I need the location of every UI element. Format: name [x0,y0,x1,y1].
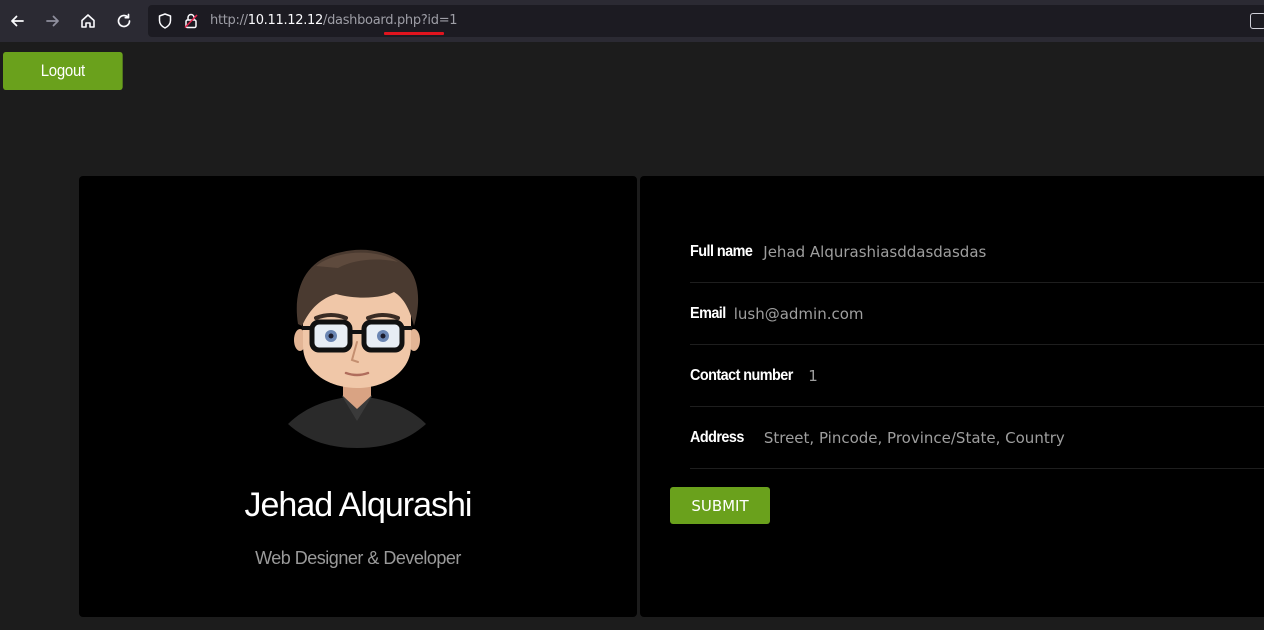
page-action-icon[interactable] [1250,13,1264,29]
reload-icon[interactable] [111,7,137,35]
url-text: http://10.11.12.12/dashboard.php?id=1 [210,13,458,28]
shield-icon[interactable] [156,12,174,30]
address-label: Address [690,428,744,446]
back-icon[interactable] [4,7,30,35]
url-path: /dashboard.php?id=1 [323,13,458,28]
email-label: Email [690,304,726,322]
insecure-lock-icon[interactable] [182,12,200,30]
submit-button[interactable]: SUBMIT [670,487,770,524]
contact-number-row: Contact number 1 [690,345,1264,407]
full-name-input[interactable]: Jehad Alqurashiasddasdasdas [763,243,986,261]
email-row: Email lush@admin.com [690,283,1264,345]
address-row: Address Street, Pincode, Province/State,… [690,407,1264,469]
url-highlight-underline [384,32,444,35]
url-host: 10.11.12.12 [247,13,324,28]
home-icon[interactable] [75,7,101,35]
logout-button[interactable]: Logout [3,52,123,90]
browser-toolbar: http://10.11.12.12/dashboard.php?id=1 [0,0,1264,42]
address-bar[interactable]: http://10.11.12.12/dashboard.php?id=1 [148,5,1264,37]
profile-role: Web Designer & Developer [255,548,461,568]
url-prefix: http:// [210,13,248,28]
address-input[interactable]: Street, Pincode, Province/State, Country [764,429,1065,447]
contact-number-input[interactable]: 1 [808,367,818,385]
page-body: Logout Jehad Alqurashi Web Designer & De… [0,42,1264,630]
full-name-label: Full name [690,242,753,260]
contact-number-label: Contact number [690,366,793,384]
full-name-row: Full name Jehad Alqurashiasddasdasdas [690,221,1264,283]
profile-name: Jehad Alqurashi [244,486,473,524]
profile-card: Jehad Alqurashi Web Designer & Developer [79,176,637,617]
forward-icon[interactable] [40,7,66,35]
avatar [288,249,426,448]
profile-form-card: Full name Jehad Alqurashiasddasdasdas Em… [640,176,1264,617]
email-input[interactable]: lush@admin.com [734,305,864,323]
